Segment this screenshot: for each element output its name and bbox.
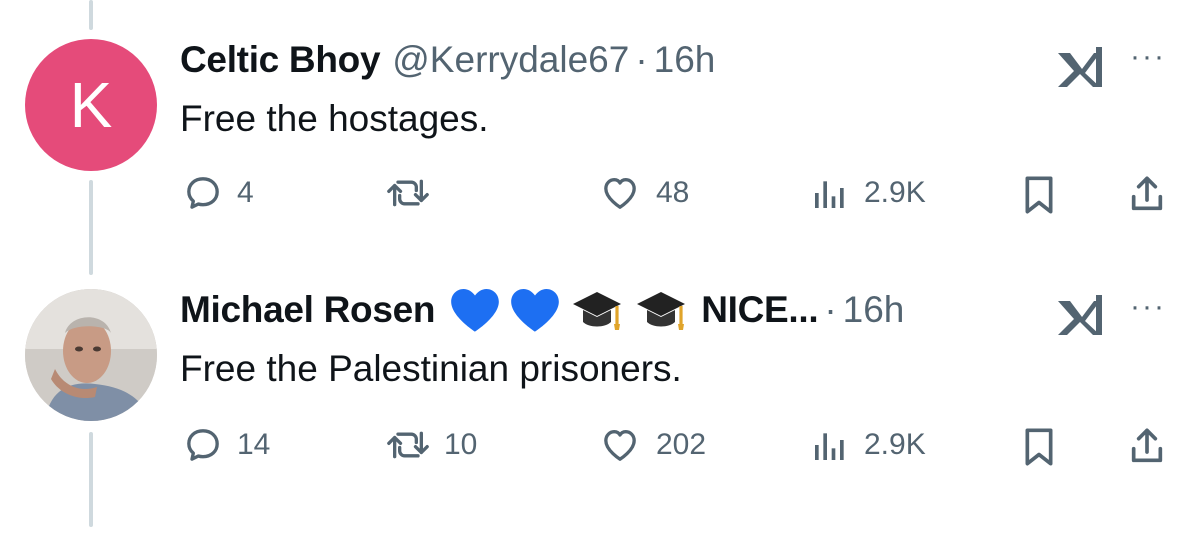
author-name-truncated[interactable]: NICE... — [701, 289, 818, 331]
tweet-header: Michael Rosen NICE... · 16h — [180, 286, 904, 334]
views-count: 2.9K — [864, 428, 926, 461]
blue-heart-icon — [449, 286, 501, 334]
author-name[interactable]: Michael Rosen — [180, 289, 435, 331]
bookmark-button[interactable] — [1019, 425, 1059, 469]
graduation-cap-icon — [569, 286, 625, 334]
retweet-button[interactable]: 10 — [386, 425, 477, 465]
more-options-icon[interactable]: ··· — [1130, 290, 1166, 324]
blue-heart-icon — [509, 286, 561, 334]
share-button[interactable] — [1127, 425, 1167, 469]
tweet-text: Free the Palestinian prisoners. — [180, 348, 682, 389]
avatar-photo-portrait — [25, 289, 157, 421]
separator-dot: · — [824, 289, 837, 330]
timestamp[interactable]: 16h — [843, 289, 905, 331]
graduation-cap-icon — [633, 286, 689, 334]
tweet-2[interactable]: Michael Rosen NICE... · 16h ··· Free the… — [0, 0, 1200, 535]
reply-count: 14 — [237, 428, 271, 461]
reply-button[interactable]: 14 — [183, 425, 270, 465]
grok-icon[interactable] — [1056, 293, 1106, 337]
like-count: 202 — [656, 428, 707, 461]
avatar[interactable] — [25, 289, 157, 421]
like-button[interactable]: 202 — [598, 425, 706, 465]
retweet-icon — [387, 431, 429, 459]
views-button[interactable]: 2.9K — [810, 425, 926, 465]
retweet-count: 10 — [444, 428, 478, 461]
reply-icon — [187, 429, 219, 461]
heart-icon — [604, 430, 636, 461]
bookmark-icon — [1025, 428, 1053, 466]
share-icon — [1131, 428, 1163, 463]
views-icon — [815, 433, 844, 460]
